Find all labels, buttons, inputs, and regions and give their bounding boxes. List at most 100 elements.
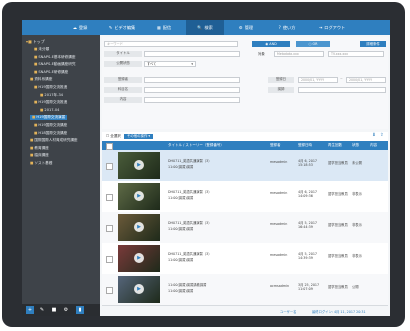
col-status[interactable]: 状態 bbox=[352, 141, 359, 150]
table-row[interactable]: ▶ 11:00(講習)講習講義講習 11:00(講習)講習 ocmsadmin 3月 2… bbox=[102, 274, 388, 306]
title-input[interactable] bbox=[144, 51, 240, 57]
play-icon[interactable]: ▶ bbox=[134, 160, 144, 170]
tree-item[interactable]: ■教育講座 bbox=[30, 146, 49, 151]
header-checkbox[interactable] bbox=[106, 143, 113, 150]
cell-col5: 公開 bbox=[352, 285, 359, 289]
folder-icon: ■ bbox=[34, 85, 38, 89]
tree-item[interactable]: ■国際国際人材育成研究講座 bbox=[30, 138, 78, 143]
advanced-toggle-button[interactable]: 詳細条件 bbox=[360, 41, 386, 47]
col-plays[interactable]: 再生回数 bbox=[328, 141, 342, 150]
add-folder-icon[interactable]: + bbox=[26, 306, 34, 314]
folder-icon: ■ bbox=[40, 107, 44, 112]
play-icon[interactable]: ▶ bbox=[134, 191, 144, 201]
settings-icon[interactable]: ⚙ bbox=[62, 306, 70, 314]
cell-title[interactable]: DH0711_英語共通演習（3） bbox=[168, 251, 212, 256]
cell-user: ocmsadmin bbox=[270, 284, 290, 288]
tree-root[interactable]: ▾■トップ bbox=[26, 39, 45, 45]
tree-item[interactable]: ■H18国際交流講座 bbox=[34, 131, 67, 136]
row-checkbox[interactable] bbox=[106, 225, 113, 232]
folder-icon: ■ bbox=[40, 92, 44, 97]
cell-title[interactable]: DH0711_英語共通演習（3） bbox=[168, 220, 212, 225]
target-input-2[interactable]: TV.xxx.xxx bbox=[328, 51, 384, 57]
cell-user: mesadmin bbox=[270, 160, 288, 164]
cell-user: mesadmin bbox=[270, 222, 288, 226]
video-thumbnail[interactable]: ▶ bbox=[118, 276, 160, 303]
subject-input[interactable] bbox=[144, 87, 240, 93]
cell-title[interactable]: DH0711_英語共通演習（3） bbox=[168, 158, 212, 163]
cell-col5: 未公開 bbox=[352, 161, 362, 165]
tree-item[interactable]: ■2017年-34 bbox=[40, 93, 63, 98]
col-content[interactable]: 内容 bbox=[370, 141, 377, 150]
cell-col4: 語学担当教員 bbox=[328, 192, 348, 196]
more-actions-dropdown[interactable]: その他の操作 ▾ bbox=[124, 133, 154, 139]
download-icon[interactable]: ⬇ bbox=[372, 133, 376, 138]
nav-logout[interactable]: ⇥ ログアウト bbox=[310, 20, 354, 35]
row-checkbox[interactable] bbox=[106, 194, 113, 201]
row-checkbox[interactable] bbox=[106, 256, 113, 263]
row-checkbox[interactable] bbox=[106, 163, 113, 170]
tree-item[interactable]: ■SNAPS-E研修講座 bbox=[34, 70, 68, 75]
row-checkbox[interactable] bbox=[106, 287, 113, 294]
registrant-input[interactable] bbox=[144, 77, 240, 83]
tree-item[interactable]: ■H19国際交流推進 bbox=[34, 100, 67, 105]
title-label: タイトル bbox=[104, 51, 142, 57]
nav-register[interactable]: ☁ 登録 bbox=[62, 20, 98, 35]
video-thumbnail[interactable]: ▶ bbox=[118, 214, 160, 241]
play-icon[interactable]: ▶ bbox=[134, 253, 144, 263]
and-radio-button[interactable]: ◉ AND bbox=[252, 41, 290, 47]
date-from-input[interactable]: 2000/01, YYYY bbox=[298, 77, 338, 83]
edit-folder-icon[interactable]: ✎ bbox=[38, 306, 46, 314]
trash-icon[interactable]: ▮ bbox=[76, 306, 84, 314]
col-title[interactable]: タイトル / ストーリー（登録番号） bbox=[168, 141, 224, 150]
subject-label: 科目名 bbox=[104, 87, 142, 93]
table-row[interactable]: ▶ DH0711_英語共通演習（3） 11:00(講習)講習 mesadmin 4月 6… bbox=[102, 181, 388, 213]
public-label: 公開状態 bbox=[104, 61, 142, 67]
content-label: 内容 bbox=[104, 97, 142, 103]
tree-item[interactable]: ■臨床講座 bbox=[30, 153, 49, 158]
nav-search[interactable]: 🔍 検索 bbox=[186, 20, 224, 35]
nav-video-edit[interactable]: ✎ ビデオ編集 bbox=[102, 20, 142, 35]
export-icon[interactable]: ⇪ bbox=[380, 133, 384, 138]
cell-title[interactable]: 11:00(講習)講習講義講習 bbox=[168, 282, 206, 287]
keyword-input[interactable]: キーワード bbox=[104, 41, 238, 47]
cloud-upload-icon: ☁ bbox=[72, 25, 77, 30]
tree-item[interactable]: ■H19国際交流演習 bbox=[30, 115, 68, 121]
folder-icon: ■ bbox=[30, 153, 34, 158]
tree-item[interactable]: ■SNAPS-E基本研修講座 bbox=[34, 55, 75, 60]
col-user[interactable]: 登録者 bbox=[270, 141, 281, 150]
delete-folder-icon[interactable]: ■ bbox=[50, 306, 58, 314]
grid-icon: ▦ bbox=[156, 25, 161, 30]
select-all-button[interactable]: ☐ 全選択 bbox=[106, 134, 121, 139]
or-radio-button[interactable]: ○ OR bbox=[296, 41, 330, 47]
tree-item[interactable]: ■未分類 bbox=[34, 47, 49, 52]
registrant-label: 登録者 bbox=[104, 77, 142, 83]
video-thumbnail[interactable]: ▶ bbox=[118, 152, 160, 179]
video-thumbnail[interactable]: ▶ bbox=[118, 183, 160, 210]
lecturer-input[interactable] bbox=[298, 87, 386, 93]
user-name[interactable]: ユーザー名 bbox=[280, 309, 296, 314]
nav-help[interactable]: ? 使い方 bbox=[268, 20, 306, 35]
tree-item[interactable]: ■H19国際交流講座 bbox=[34, 123, 67, 128]
cell-title[interactable]: DH0711_英語共通演習（3） bbox=[168, 189, 212, 194]
tree-item[interactable]: ■2017-04 bbox=[40, 108, 59, 112]
nav-manage[interactable]: ⚙ 管理 bbox=[228, 20, 264, 35]
folder-icon: ■ bbox=[34, 123, 38, 127]
col-date[interactable]: 登録日時 bbox=[298, 141, 312, 150]
video-thumbnail[interactable]: ▶ bbox=[118, 245, 160, 272]
nav-distribute[interactable]: ▦ 配信 bbox=[146, 20, 182, 35]
content-input[interactable] bbox=[144, 97, 240, 103]
table-row[interactable]: ▶ DH0711_英語共通演習（3） 11:00(講習)講習 mesadmin 4月 6… bbox=[102, 150, 388, 182]
play-icon[interactable]: ▶ bbox=[134, 284, 144, 294]
tree-item[interactable]: ■SNAPS-E動画講座研究 bbox=[34, 62, 75, 67]
public-select[interactable]: すべて ▾ bbox=[144, 61, 196, 67]
date-to-input[interactable]: 2000/01, YYYY bbox=[346, 77, 386, 83]
tree-item[interactable]: ■H19国際交流推進 bbox=[34, 85, 67, 90]
tree-item[interactable]: ■ソスト基礎 bbox=[30, 161, 52, 166]
table-row[interactable]: ▶ DH0711_英語共通演習（3） 11:00(講習)講習 mesadmin 4月 5… bbox=[102, 243, 388, 275]
table-row[interactable]: ▶ DH0711_英語共通演習（3） 11:00(講習)講習 mesadmin 4月 5… bbox=[102, 212, 388, 244]
target-input[interactable]: Metadata.xxx bbox=[274, 51, 324, 57]
tree-item[interactable]: ■資料系講座 bbox=[30, 77, 52, 82]
play-icon[interactable]: ▶ bbox=[134, 222, 144, 232]
tree-toolbar: + ✎ ■ ⚙ ▮ bbox=[22, 304, 100, 316]
folder-icon: ■ bbox=[34, 62, 38, 67]
